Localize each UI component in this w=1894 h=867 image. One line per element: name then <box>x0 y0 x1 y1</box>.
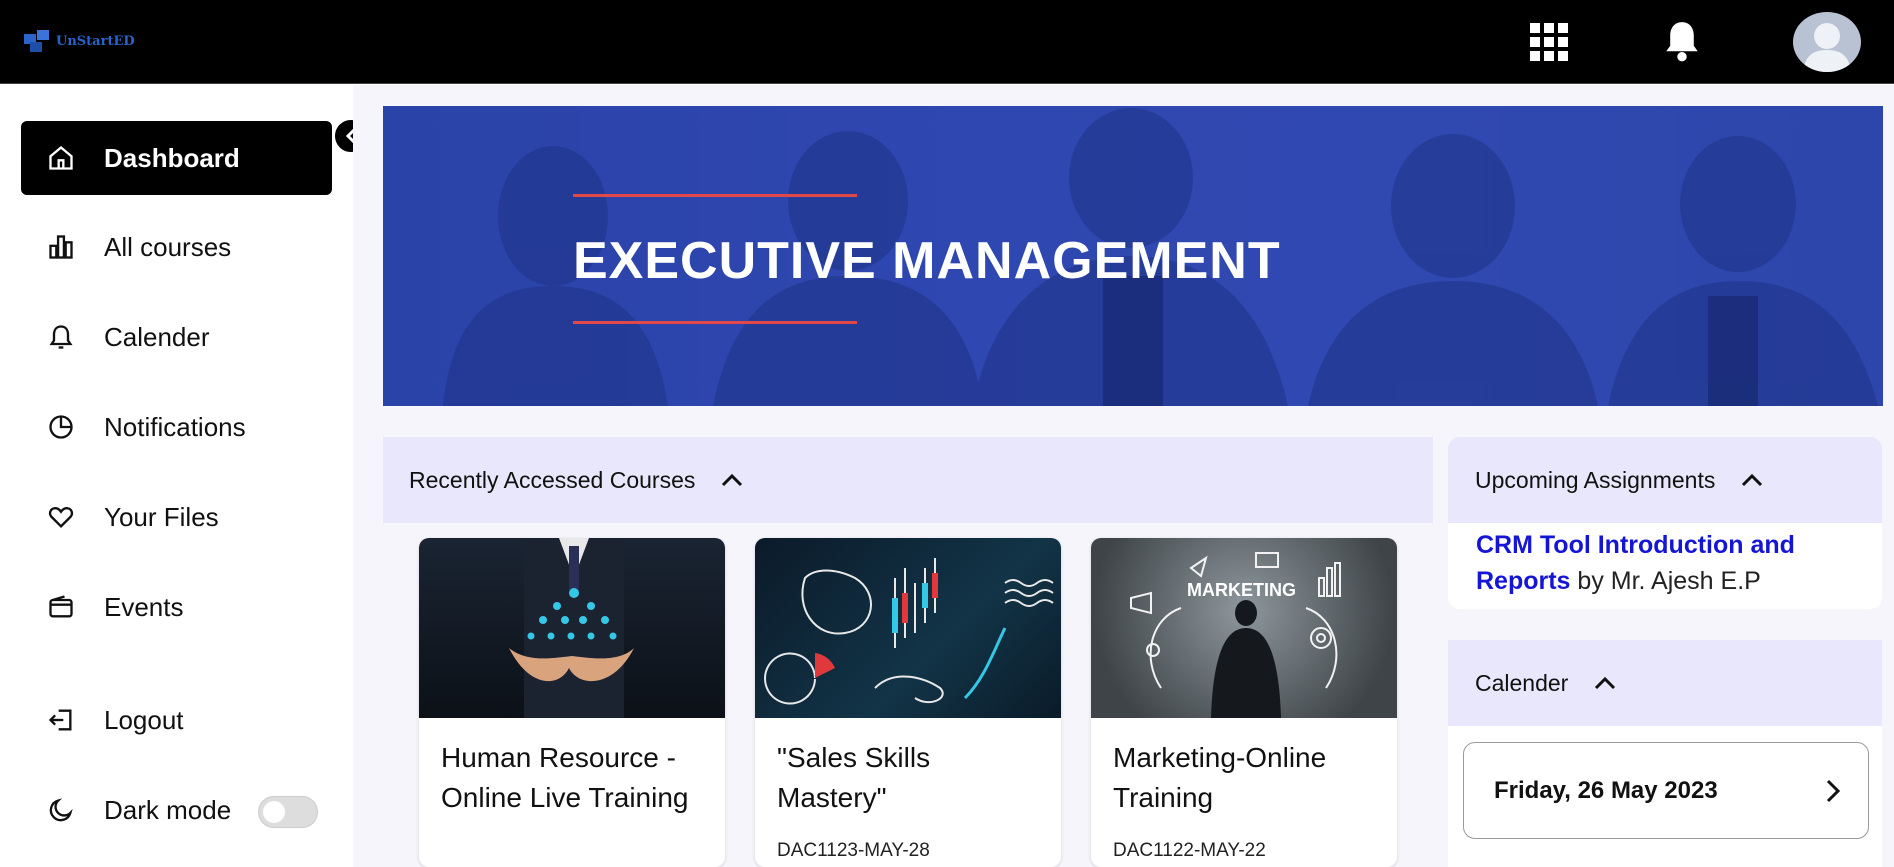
assignment-item: CRM Tool Introduction and Reports by Mr.… <box>1476 527 1866 599</box>
calendar-date-selector[interactable]: Friday, 26 May 2023 <box>1463 742 1869 839</box>
course-title: "Sales Skills Mastery" <box>777 742 931 813</box>
sidebar-item-label: Notifications <box>104 411 246 442</box>
chevron-up-icon[interactable] <box>1592 673 1618 693</box>
course-code: DAC1123-MAY-28 <box>777 840 930 861</box>
user-avatar[interactable] <box>1793 12 1861 72</box>
sidebar-item-your-files[interactable]: Your Files <box>21 480 332 554</box>
brand-logo[interactable]: UnStartED <box>22 28 135 54</box>
chevron-right-icon[interactable] <box>1824 777 1842 805</box>
banner-rule-bottom <box>573 321 857 324</box>
course-code: DAC1122-MAY-22 <box>1113 840 1266 861</box>
course-card[interactable]: MARKETING Marketing-Online Training DAC1… <box>1091 538 1397 867</box>
home-icon <box>49 145 73 170</box>
brand-name: UnStartED <box>56 33 135 49</box>
top-bar: UnStartED <box>0 0 1894 84</box>
apps-grid-icon[interactable] <box>1530 23 1568 61</box>
sidebar-item-label: Logout <box>104 704 184 735</box>
recent-courses-title: Recently Accessed Courses <box>409 466 696 493</box>
banner-rule-top <box>573 194 857 197</box>
assignments-title: Upcoming Assignments <box>1475 466 1716 493</box>
sidebar-item-logout[interactable]: Logout <box>21 683 332 757</box>
sidebar-item-label: Calender <box>104 321 210 352</box>
logout-icon <box>48 709 72 731</box>
course-title: Human Resource - Online Live Training <box>441 742 689 813</box>
course-image <box>419 538 725 718</box>
sidebar-item-label: All courses <box>104 231 232 262</box>
sidebar-item-label: Dashboard <box>104 142 240 173</box>
calendar-date: Friday, 26 May 2023 <box>1494 777 1718 804</box>
bell-icon[interactable] <box>1663 19 1701 63</box>
sidebar-item-label: Events <box>104 591 184 622</box>
sidebar-item-calender[interactable]: Calender <box>21 300 332 374</box>
recent-courses-header: Recently Accessed Courses <box>383 437 1433 523</box>
calendar-title: Calender <box>1475 669 1569 696</box>
sidebar: Dashboard All courses Calender Notificat… <box>0 85 353 867</box>
assignments-body: CRM Tool Introduction and Reports by Mr.… <box>1448 523 1882 609</box>
course-image-text: MARKETING <box>1187 580 1296 600</box>
assignment-author: by Mr. Ajesh E.P <box>1570 567 1761 595</box>
moon-icon <box>49 798 73 822</box>
course-image <box>755 538 1061 718</box>
dark-mode-toggle[interactable] <box>258 796 318 828</box>
wallet-icon <box>49 595 73 618</box>
sidebar-item-events[interactable]: Events <box>21 570 332 644</box>
sidebar-item-all-courses[interactable]: All courses <box>21 210 332 284</box>
bell-icon <box>49 325 73 349</box>
pie-chart-icon <box>49 415 73 439</box>
bar-chart-icon <box>49 235 73 259</box>
chevron-up-icon[interactable] <box>1739 470 1765 490</box>
chevron-up-icon[interactable] <box>719 470 745 490</box>
sidebar-item-label: Your Files <box>104 501 219 532</box>
course-card[interactable]: "Sales Skills Mastery" DAC1123-MAY-28 <box>755 538 1061 867</box>
course-image: MARKETING <box>1091 538 1397 718</box>
banner: EXECUTIVE MANAGEMENT <box>383 106 1883 406</box>
sidebar-item-dashboard[interactable]: Dashboard <box>21 121 332 195</box>
course-title: Marketing-Online Training <box>1113 742 1327 813</box>
heart-icon <box>48 507 74 528</box>
calendar-header: Calender <box>1448 640 1882 726</box>
logo-mark-icon <box>22 28 52 54</box>
banner-title: EXECUTIVE MANAGEMENT <box>573 232 1281 290</box>
assignments-header: Upcoming Assignments <box>1448 437 1882 523</box>
sidebar-item-label: Dark mode <box>104 794 232 825</box>
sidebar-item-notifications[interactable]: Notifications <box>21 390 332 464</box>
course-card[interactable]: Human Resource - Online Live Training <box>419 538 725 867</box>
